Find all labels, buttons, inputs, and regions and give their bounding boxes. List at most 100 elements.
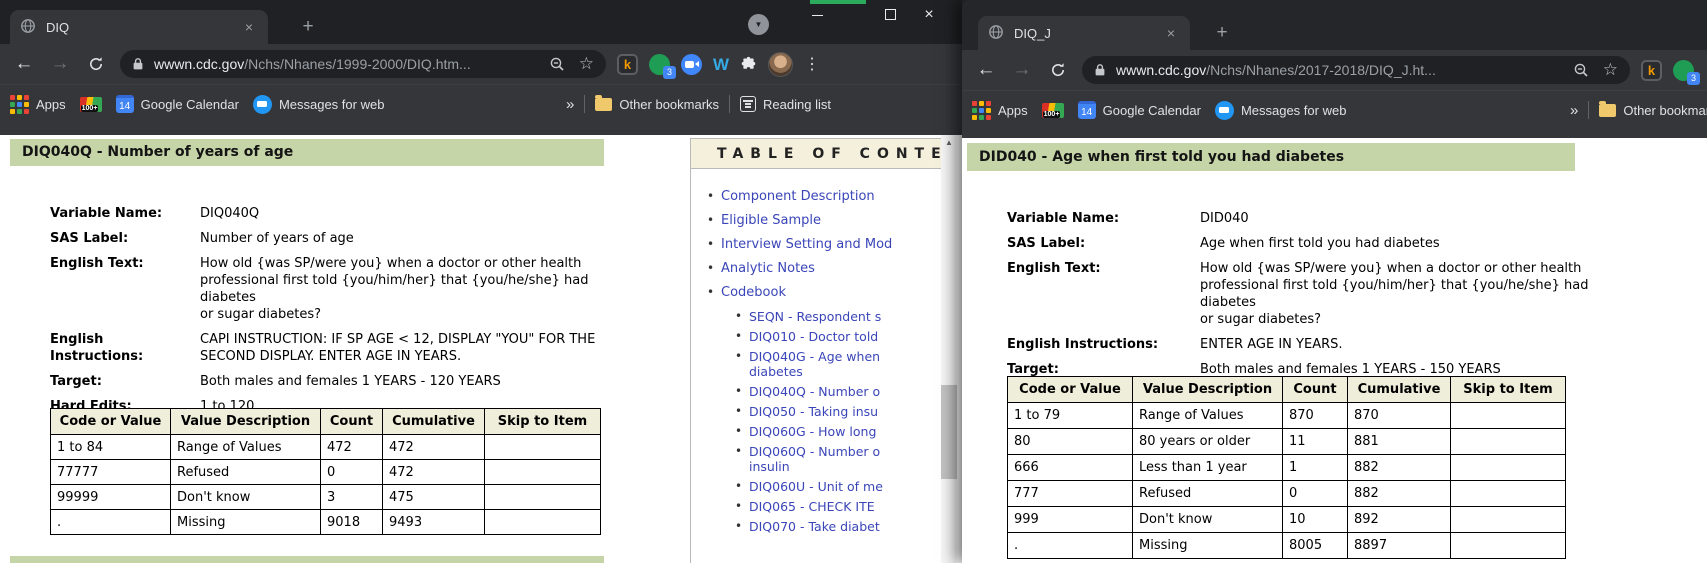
other-bookmarks-folder[interactable]: Other bookmarks <box>595 93 719 115</box>
new-tab-button[interactable]: + <box>296 16 320 38</box>
field-value: How old {was SP/were you} when a doctor … <box>200 255 625 323</box>
bullet-icon: • <box>735 519 749 534</box>
extension-green-icon[interactable]: 3 <box>1673 60 1694 81</box>
field-value: ENTER AGE IN YEARS. <box>1200 336 1343 353</box>
tab-strip: DIQ × + ▼ × <box>0 0 962 44</box>
bookmark-apps[interactable]: Apps <box>972 99 1028 121</box>
bookmark-messages[interactable]: Messages for web <box>253 93 385 115</box>
table-row: 99999Don't know3475 <box>51 485 601 510</box>
browser-toolbar: ← → wwwn.cdc.gov/Nchs/Nhanes/1999-2000/D… <box>0 44 962 84</box>
bookmarks-overflow-icon[interactable]: » <box>566 96 574 113</box>
bullet-icon: • <box>735 309 749 324</box>
toc-subitem: •DIQ060Q - Number o insulin <box>735 444 941 474</box>
scroll-up-icon[interactable]: ▲ <box>941 135 957 150</box>
tab-close-icon[interactable]: × <box>240 19 258 35</box>
toc-link[interactable]: SEQN - Respondent s <box>749 309 881 324</box>
col-header: Code or Value <box>1008 377 1133 403</box>
maximize-button[interactable] <box>877 4 903 26</box>
field-label: English Text: <box>50 255 200 323</box>
browser-menu-icon[interactable]: ⋮ <box>803 54 821 74</box>
toc-link[interactable]: Analytic Notes <box>721 261 815 277</box>
bullet-icon: • <box>735 329 749 344</box>
field-label: Variable Name: <box>50 205 200 222</box>
calendar-icon: 14 <box>116 95 134 113</box>
messages-icon <box>1215 101 1234 120</box>
globe-favicon-icon <box>988 24 1004 43</box>
bullet-icon: • <box>707 261 721 277</box>
field-label: English Instructions: <box>50 331 200 365</box>
extension-green-icon[interactable]: 3 <box>649 54 670 75</box>
toc-link[interactable]: DIQ060G - How long <box>749 424 876 439</box>
tab-close-icon[interactable]: × <box>1162 25 1180 41</box>
profile-avatar[interactable] <box>768 52 793 77</box>
toc-link[interactable]: DIQ060U - Unit of me <box>749 479 883 494</box>
toc-link[interactable]: DIQ040G - Age when diabetes <box>749 349 880 379</box>
toc-link[interactable]: Interview Setting and Mod <box>721 237 892 253</box>
zoom-out-icon[interactable] <box>549 56 565 72</box>
scrollbar-thumb[interactable] <box>941 385 957 479</box>
minimize-button[interactable] <box>804 4 830 26</box>
extension-k-icon[interactable]: k <box>617 54 638 75</box>
toc-link[interactable]: DIQ070 - Take diabet <box>749 519 880 534</box>
folder-icon <box>595 98 612 111</box>
bookmark-messages[interactable]: Messages for web <box>1215 99 1347 121</box>
forward-button[interactable]: → <box>1004 50 1040 90</box>
back-button[interactable]: ← <box>6 44 42 84</box>
toc-link[interactable]: DIQ060Q - Number o insulin <box>749 444 880 474</box>
reload-button[interactable] <box>78 44 114 84</box>
new-tab-button[interactable]: + <box>1210 22 1234 44</box>
tab-search-button[interactable]: ▼ <box>748 14 769 35</box>
tab-diq-j[interactable]: DIQ_J × <box>978 16 1190 50</box>
tab-diq[interactable]: DIQ × <box>10 10 268 44</box>
zoom-out-icon[interactable] <box>1573 62 1589 78</box>
video-meeting-icon[interactable] <box>681 54 702 75</box>
toc-subitem: •DIQ010 - Doctor told <box>735 329 941 344</box>
divider <box>1588 101 1589 119</box>
gmail-icon: 100+ <box>80 97 102 112</box>
field-label: SAS Label: <box>50 230 200 247</box>
extension-w-icon[interactable]: W <box>713 54 729 75</box>
forward-button[interactable]: → <box>42 44 78 84</box>
bookmark-star-icon[interactable]: ☆ <box>1603 60 1618 80</box>
field-value: DID040 <box>1200 210 1249 227</box>
extensions-puzzle-icon[interactable] <box>740 56 757 73</box>
bookmark-gmail[interactable]: 100+ <box>1042 99 1064 121</box>
reading-list-button[interactable]: Reading list <box>740 93 831 115</box>
toc-link[interactable]: DIQ040Q - Number o <box>749 384 880 399</box>
extension-badge: 3 <box>1687 72 1700 85</box>
url-domain: wwwn.cdc.gov <box>1116 62 1206 78</box>
globe-favicon-icon <box>20 18 36 37</box>
bookmark-google-calendar[interactable]: 14 Google Calendar <box>1078 99 1201 121</box>
reload-button[interactable] <box>1040 50 1076 90</box>
toc-link[interactable]: DIQ010 - Doctor told <box>749 329 878 344</box>
bullet-icon: • <box>735 499 749 514</box>
lock-icon[interactable] <box>132 57 144 71</box>
bookmark-google-calendar[interactable]: 14 Google Calendar <box>116 93 239 115</box>
browser-window-right: DIQ_J × + ← → wwwn.cdc.gov/Nchs/Nhanes/2… <box>962 0 1707 563</box>
webpage-right: DID040 - Age when first told you had dia… <box>962 138 1707 563</box>
address-bar[interactable]: wwwn.cdc.gov/Nchs/Nhanes/1999-2000/DIQ.h… <box>120 50 606 78</box>
page-scrollbar[interactable]: ▲ <box>941 135 957 563</box>
apps-grid-icon <box>10 95 29 114</box>
lock-icon[interactable] <box>1094 63 1106 77</box>
window-close-button[interactable]: × <box>916 4 942 26</box>
bookmarks-overflow-icon[interactable]: » <box>1570 102 1578 119</box>
extension-k-icon[interactable]: k <box>1641 60 1662 81</box>
bookmark-apps[interactable]: Apps <box>10 93 66 115</box>
address-bar[interactable]: wwwn.cdc.gov/Nchs/Nhanes/2017-2018/DIQ_J… <box>1082 56 1630 84</box>
back-button[interactable]: ← <box>968 50 1004 90</box>
toc-subitem: •DIQ040Q - Number o <box>735 384 941 399</box>
toc-link[interactable]: Eligible Sample <box>721 213 821 229</box>
url-path: /Nchs/Nhanes/1999-2000/DIQ.htm... <box>244 56 470 72</box>
toc-link[interactable]: Codebook <box>721 285 786 301</box>
toc-link[interactable]: DIQ050 - Taking insu <box>749 404 878 419</box>
other-bookmarks-folder[interactable]: Other bookmarks <box>1599 99 1707 121</box>
toc-link[interactable]: Component Description <box>721 189 875 205</box>
field-label: Target: <box>50 373 200 390</box>
field-value: Both males and females 1 YEARS - 120 YEA… <box>200 373 501 390</box>
bookmark-star-icon[interactable]: ☆ <box>579 54 594 74</box>
bookmark-gmail[interactable]: 100+ <box>80 93 102 115</box>
browser-toolbar: ← → wwwn.cdc.gov/Nchs/Nhanes/2017-2018/D… <box>962 50 1707 90</box>
toc-link[interactable]: DIQ065 - CHECK ITE <box>749 499 875 514</box>
bookmarks-bar: Apps 100+ 14 Google Calendar Messages fo… <box>0 84 962 135</box>
